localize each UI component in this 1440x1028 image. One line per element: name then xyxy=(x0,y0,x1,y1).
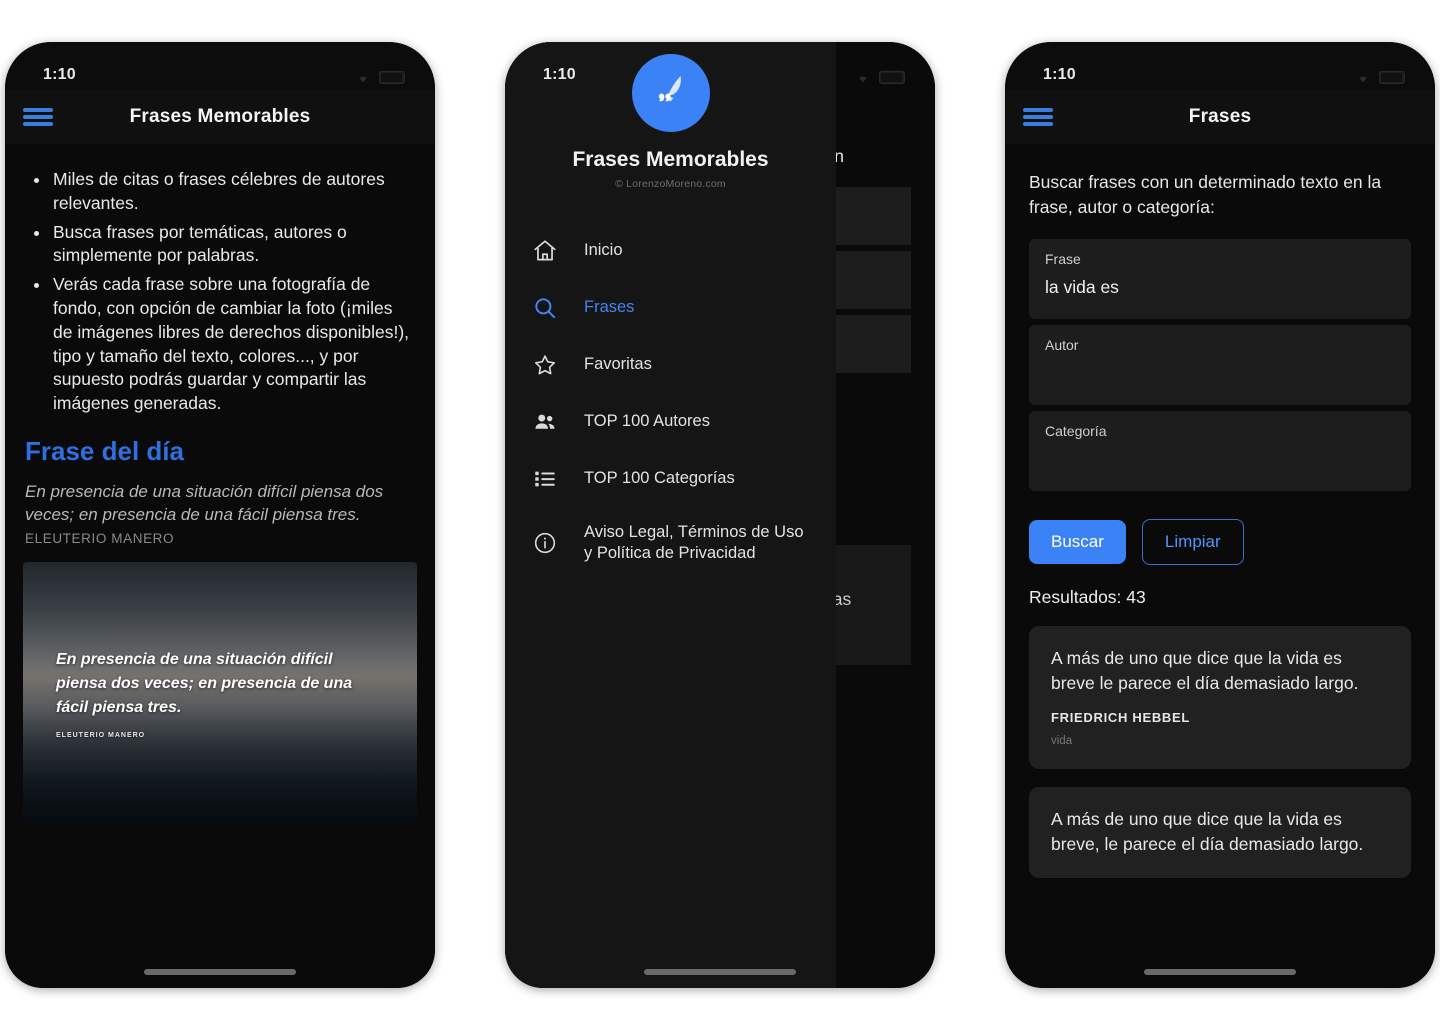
result-category: vida xyxy=(1051,734,1073,747)
home-indicator[interactable] xyxy=(644,969,796,975)
app-bar: Frases xyxy=(1005,90,1435,144)
navigation-drawer[interactable]: Frases Memorables © LorenzoMoreno.com In… xyxy=(505,42,836,988)
drawer-menu: Inicio Frases Favoritas TOP 100 Autores … xyxy=(505,212,836,580)
search-help-text: Buscar frases con un determinado texto e… xyxy=(1029,172,1382,217)
people-icon xyxy=(531,408,558,435)
status-bar: 1:10 xyxy=(505,42,935,90)
quote-image-overlay: En presencia de una situación difícil pi… xyxy=(56,648,377,740)
status-icons xyxy=(354,70,405,84)
wifi-icon xyxy=(359,76,367,83)
status-icons xyxy=(854,70,905,84)
categoria-field-label: Categoría xyxy=(1045,423,1107,439)
sidebar-item-label: Inicio xyxy=(584,240,623,259)
sidebar-item-label: Frases xyxy=(584,297,635,316)
phone-frame-drawer: to en ñas 1:10 xyxy=(505,42,935,988)
clear-button[interactable]: Limpiar xyxy=(1141,519,1244,565)
list-item: Miles de citas o frases célebres de auto… xyxy=(31,168,415,216)
result-quote-text: A más de uno que dice que la vida es bre… xyxy=(1051,808,1364,854)
status-clock: 1:10 xyxy=(43,66,76,83)
form-actions: Buscar Limpiar xyxy=(1005,497,1435,565)
list-item: Busca frases por temáticas, autores o si… xyxy=(31,221,415,269)
three-phone-screenshots: 1:10 Frases Memorables Miles de citas o … xyxy=(0,0,1440,1028)
wifi-icon xyxy=(859,76,867,83)
status-clock: 1:10 xyxy=(543,66,576,83)
quote-of-the-day-text: En presencia de una situación difícil pi… xyxy=(25,481,384,524)
result-quote-text: A más de uno que dice que la vida es bre… xyxy=(1051,648,1359,693)
results-count: Resultados: 43 xyxy=(1029,587,1146,607)
results-list: A más de uno que dice que la vida es bre… xyxy=(1005,608,1435,879)
sidebar-item-top-100-autores[interactable]: TOP 100 Autores xyxy=(505,393,836,450)
quote-image-text: En presencia de una situación difícil pi… xyxy=(56,650,353,717)
phone-frame-home: 1:10 Frases Memorables Miles de citas o … xyxy=(5,42,435,988)
search-icon xyxy=(531,294,558,321)
quote-image-author: ELEUTERIO MANERO xyxy=(56,732,146,740)
result-card[interactable]: A más de uno que dice que la vida es bre… xyxy=(1029,626,1411,769)
sidebar-item-frases[interactable]: Frases xyxy=(505,279,836,336)
star-icon xyxy=(531,351,558,378)
result-card[interactable]: A más de uno que dice que la vida es bre… xyxy=(1029,786,1411,879)
quote-image-card[interactable]: En presencia de una situación difícil pi… xyxy=(23,561,417,824)
search-button[interactable]: Buscar xyxy=(1029,520,1126,564)
battery-icon xyxy=(1379,70,1405,84)
frase-field-label: Frase xyxy=(1045,251,1081,267)
quote-of-the-day-heading: Frase del día xyxy=(25,435,184,466)
home-indicator[interactable] xyxy=(144,969,296,975)
phone-frame-search: 1:10 Frases Buscar frases con un determi… xyxy=(1005,42,1435,988)
list-item: Verás cada frase sobre una fotografía de… xyxy=(31,273,415,416)
list-icon xyxy=(531,465,558,492)
status-icons xyxy=(1354,70,1405,84)
drawer-app-title: Frases Memorables xyxy=(572,148,769,171)
app-bar: Frases Memorables xyxy=(5,90,435,144)
autor-field-value xyxy=(1045,363,1395,385)
autor-field-label: Autor xyxy=(1045,337,1079,353)
battery-icon xyxy=(879,70,905,84)
sidebar-item-favoritas[interactable]: Favoritas xyxy=(505,336,836,393)
frase-field[interactable]: Frase la vida es xyxy=(1029,239,1411,319)
feature-list: Miles de citas o frases célebres de auto… xyxy=(5,144,435,416)
quote-of-the-day-author: ELEUTERIO MANERO xyxy=(25,530,175,546)
hamburger-menu-icon[interactable] xyxy=(1023,106,1053,128)
screen-home: 1:10 Frases Memorables Miles de citas o … xyxy=(5,42,435,988)
sidebar-item-aviso-legal[interactable]: Aviso Legal, Términos de Uso y Política … xyxy=(505,507,836,580)
wifi-icon xyxy=(1359,76,1367,83)
sidebar-item-label: Favoritas xyxy=(584,354,652,373)
sidebar-item-label: Aviso Legal, Términos de Uso y Política … xyxy=(584,523,804,563)
sidebar-item-label: TOP 100 Autores xyxy=(584,411,710,430)
categoria-field-value xyxy=(1045,449,1395,471)
home-icon xyxy=(531,237,558,264)
search-form: Frase la vida es Autor Categoría xyxy=(1005,239,1435,491)
home-content[interactable]: Miles de citas o frases célebres de auto… xyxy=(5,144,435,988)
frase-field-value: la vida es xyxy=(1045,277,1119,297)
page-title: Frases xyxy=(1188,106,1252,127)
home-indicator[interactable] xyxy=(1144,969,1296,975)
status-bar: 1:10 xyxy=(1005,42,1435,90)
status-clock: 1:10 xyxy=(1043,66,1076,83)
search-content[interactable]: Buscar frases con un determinado texto e… xyxy=(1005,144,1435,988)
page-title: Frases Memorables xyxy=(129,106,311,127)
screen-search: 1:10 Frases Buscar frases con un determi… xyxy=(1005,42,1435,988)
hamburger-menu-icon[interactable] xyxy=(23,106,53,128)
sidebar-item-label: TOP 100 Categorías xyxy=(584,468,735,487)
info-icon xyxy=(531,530,558,557)
result-author: FRIEDRICH HEBBEL xyxy=(1051,709,1191,725)
drawer-copyright: © LorenzoMoreno.com xyxy=(615,178,726,190)
status-bar: 1:10 xyxy=(5,42,435,90)
screen-drawer: to en ñas 1:10 xyxy=(505,42,935,988)
categoria-field[interactable]: Categoría xyxy=(1029,411,1411,491)
sidebar-item-top-100-categorias[interactable]: TOP 100 Categorías xyxy=(505,450,836,507)
autor-field[interactable]: Autor xyxy=(1029,325,1411,405)
battery-icon xyxy=(379,70,405,84)
sidebar-item-inicio[interactable]: Inicio xyxy=(505,222,836,279)
